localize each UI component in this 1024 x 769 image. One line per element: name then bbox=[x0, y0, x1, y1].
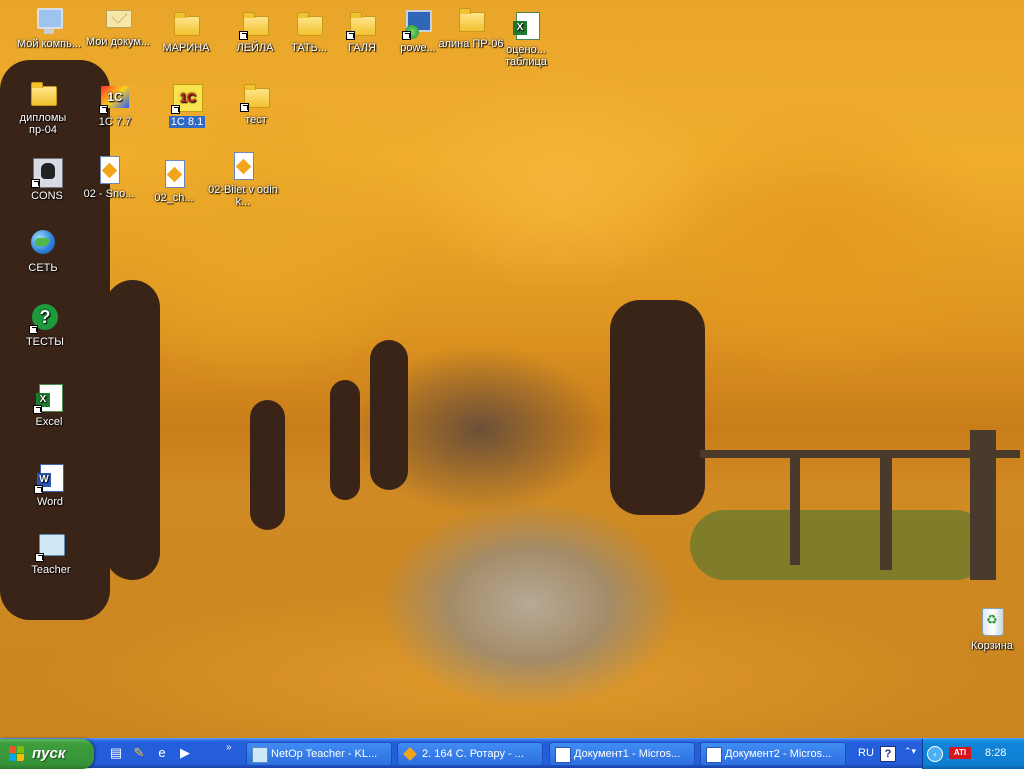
wallpaper-fence bbox=[970, 430, 996, 580]
folder-shortcut-icon bbox=[346, 8, 378, 40]
desktop-icon-label: Teacher bbox=[31, 564, 71, 576]
folder-shortcut-icon bbox=[239, 8, 271, 40]
desktop-icon-label: МАРИНА bbox=[162, 42, 210, 54]
help-shortcut-icon: ? bbox=[29, 302, 61, 334]
network-computer-shortcut-icon bbox=[402, 8, 434, 40]
quick-launch-media-player-icon[interactable]: ▶ bbox=[177, 745, 193, 761]
taskbar-button-word-document1[interactable]: Документ1 - Micros... bbox=[549, 742, 695, 766]
netop-teacher-icon bbox=[252, 747, 268, 763]
taskbar-button-label: 2. 164 С. Ротару - ... bbox=[422, 748, 524, 760]
wallpaper-tree-trunk bbox=[370, 340, 408, 490]
desktop-icon-label: ТЕСТЫ bbox=[25, 336, 65, 348]
desktop-icon-1c77[interactable]: 1C 1С 7.7 bbox=[78, 82, 152, 128]
powerpoint-document-icon bbox=[93, 154, 125, 186]
desktop-icon-label: Корзина bbox=[971, 640, 1013, 652]
desktop-icon-ocen-tablica[interactable]: оцено... таблица bbox=[489, 10, 563, 68]
desktop-icon-label: ГАЛЯ bbox=[348, 42, 376, 54]
quick-launch-powerpoint-icon[interactable]: ✎ bbox=[131, 745, 147, 761]
taskbar-button-label: NetOp Teacher - KL... bbox=[271, 748, 378, 760]
my-computer-icon bbox=[33, 4, 65, 36]
desktop-icon-label: 02 - Sno... bbox=[83, 188, 135, 200]
desktop-icon-label: оцено... таблица bbox=[505, 44, 547, 68]
recycle-bin-icon bbox=[976, 606, 1008, 638]
1c-8-1-shortcut-icon: 1C bbox=[171, 82, 203, 114]
show-hidden-icons-chevron[interactable]: ‹ bbox=[927, 746, 943, 762]
network-globe-icon bbox=[27, 228, 59, 260]
clock[interactable]: 8:28 bbox=[985, 747, 1006, 759]
folder-icon bbox=[27, 78, 59, 110]
taskbar: пуск ▤ ✎ e ▶ » NetOp Teacher - KL... 2. … bbox=[0, 738, 1024, 769]
desktop-icon-label: Мои докум... bbox=[85, 36, 151, 48]
desktop-icon-diplomy[interactable]: дипломы пр-04 bbox=[6, 78, 80, 136]
language-indicator[interactable]: RU bbox=[858, 747, 874, 759]
desktop-icon-label: 02_ch... bbox=[154, 192, 194, 204]
folder-icon bbox=[293, 8, 325, 40]
desktop-icon-02-bilet[interactable]: 02-Bilet v odin k... bbox=[206, 150, 280, 208]
word-icon bbox=[555, 747, 571, 763]
desktop-icon-marina[interactable]: МАРИНА bbox=[149, 8, 223, 54]
excel-shortcut-icon bbox=[33, 382, 65, 414]
desktop-icon-label: 1С 8.1 bbox=[168, 116, 206, 128]
language-bar-options-icon[interactable]: ⌃▾ bbox=[904, 746, 916, 757]
system-tray: ‹ ATI 8:28 bbox=[922, 739, 1024, 769]
desktop-icon-test[interactable]: тест bbox=[219, 80, 293, 126]
taskbar-button-label: Документ2 - Micros... bbox=[725, 748, 832, 760]
excel-document-icon bbox=[510, 10, 542, 42]
powerpoint-document-icon bbox=[158, 158, 190, 190]
desktop-icon-label: CONS bbox=[31, 190, 63, 202]
wallpaper-tree-trunk bbox=[330, 380, 360, 500]
word-shortcut-icon bbox=[34, 462, 66, 494]
desktop-icon-label: дипломы пр-04 bbox=[19, 112, 67, 136]
desktop-icon-label: powe... bbox=[400, 42, 436, 54]
desktop-icon-label: Word bbox=[36, 496, 64, 508]
taskbar-button-label: Документ1 - Micros... bbox=[574, 748, 681, 760]
taskbar-button-word-document2[interactable]: Документ2 - Micros... bbox=[700, 742, 846, 766]
desktop-icon-label: СЕТЬ bbox=[28, 262, 58, 274]
desktop-icon-02-sno[interactable]: 02 - Sno... bbox=[72, 154, 146, 200]
consultant-plus-shortcut-icon bbox=[31, 156, 63, 188]
desktop-icon-label: тест bbox=[245, 114, 267, 126]
desktop-icon-label: 02-Bilet v odin k... bbox=[208, 184, 278, 208]
wallpaper-fence bbox=[790, 455, 800, 565]
desktop-icon-set[interactable]: СЕТЬ bbox=[6, 228, 80, 274]
taskbar-button-netop-teacher[interactable]: NetOp Teacher - KL... bbox=[246, 742, 392, 766]
folder-icon bbox=[455, 4, 487, 36]
start-button[interactable]: пуск bbox=[0, 739, 94, 769]
wallpaper-tree-trunk bbox=[610, 300, 705, 515]
taskbar-button-powerpoint-rotaru[interactable]: 2. 164 С. Ротару - ... bbox=[397, 742, 543, 766]
desktop-icon-my-documents[interactable]: Мои докум... bbox=[81, 2, 155, 48]
wallpaper-tree-trunk bbox=[250, 400, 285, 530]
desktop-icon-recycle-bin[interactable]: Корзина bbox=[955, 606, 1024, 652]
desktop-icon-teacher[interactable]: Teacher bbox=[14, 530, 88, 576]
desktop-icon-my-computer[interactable]: Мой компь... bbox=[12, 4, 86, 50]
netop-teacher-shortcut-icon bbox=[35, 530, 67, 562]
desktop-icon-excel[interactable]: Excel bbox=[12, 382, 86, 428]
start-button-label: пуск bbox=[32, 745, 66, 762]
1c-7-7-shortcut-icon: 1C bbox=[99, 82, 131, 114]
desktop-icon-label: Excel bbox=[35, 416, 63, 428]
desktop-icon-label: Мой компь... bbox=[16, 38, 82, 50]
powerpoint-document-icon bbox=[227, 150, 259, 182]
desktop-icon-1c81[interactable]: 1C 1С 8.1 bbox=[150, 82, 224, 128]
powerpoint-icon bbox=[403, 747, 417, 761]
desktop-icon-word[interactable]: Word bbox=[13, 462, 87, 508]
wallpaper-fence bbox=[880, 450, 892, 570]
desktop-icon-label: ТАТЬ... bbox=[291, 42, 327, 54]
desktop-icon-02-ch[interactable]: 02_ch... bbox=[137, 158, 211, 204]
quick-launch-show-desktop-icon[interactable]: ▤ bbox=[108, 745, 124, 761]
folder-icon bbox=[170, 8, 202, 40]
quick-launch-more-chevron[interactable]: » bbox=[226, 742, 232, 753]
folder-shortcut-icon bbox=[240, 80, 272, 112]
desktop-icon-label: 1С 7.7 bbox=[98, 116, 132, 128]
word-icon bbox=[706, 747, 722, 763]
ati-tray-icon[interactable]: ATI bbox=[949, 747, 971, 759]
language-bar-help-icon[interactable]: ? bbox=[880, 746, 896, 762]
quick-launch-internet-explorer-icon[interactable]: e bbox=[154, 745, 170, 761]
windows-logo-icon bbox=[9, 746, 25, 762]
desktop-icon-label: ЛЕЙЛА bbox=[236, 42, 274, 54]
my-documents-icon bbox=[102, 2, 134, 34]
wallpaper-tree-trunk bbox=[105, 280, 160, 580]
desktop-icon-testy[interactable]: ? ТЕСТЫ bbox=[8, 302, 82, 348]
wallpaper-grass bbox=[690, 510, 990, 580]
